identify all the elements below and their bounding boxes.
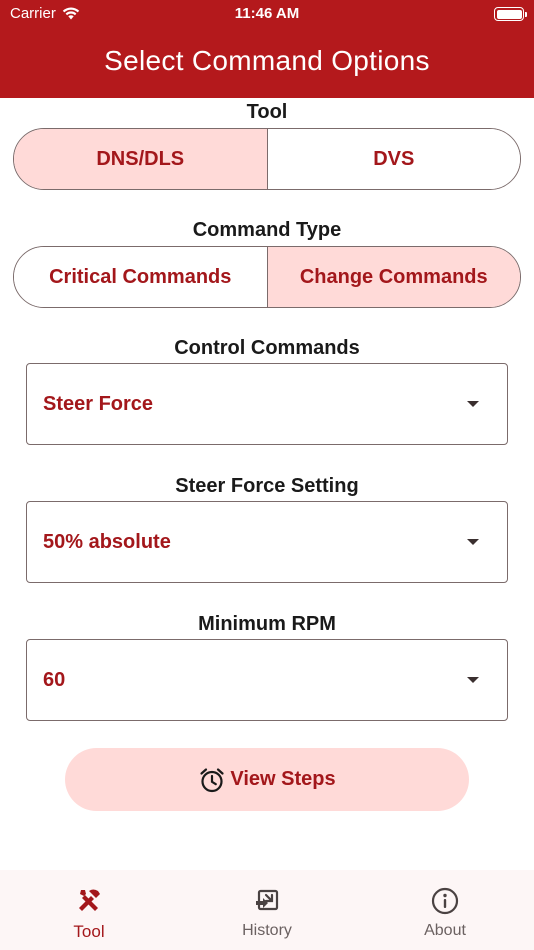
minimum-rpm-value: 60 <box>43 668 66 691</box>
command-type-segmented-control: Critical Commands Change Commands <box>13 246 521 308</box>
app-header: Carrier 11:46 AM Select Command Options <box>0 0 534 98</box>
history-icon <box>256 889 279 911</box>
command-type-option-change[interactable]: Change Commands <box>266 247 520 307</box>
battery-icon <box>494 7 527 21</box>
caret-down-icon <box>467 539 479 545</box>
tab-tool-label: Tool <box>73 922 105 941</box>
status-time: 11:46 AM <box>234 5 300 22</box>
tool-option-dns-dls[interactable]: DNS/DLS <box>14 129 267 189</box>
view-steps-label: View Steps <box>230 768 336 790</box>
page-title: Select Command Options <box>104 45 430 76</box>
control-commands-value: Steer Force <box>43 392 154 415</box>
tool-label: Tool <box>246 101 288 123</box>
control-commands-label: Control Commands <box>174 337 360 359</box>
minimum-rpm-dropdown[interactable]: 60 <box>26 639 508 721</box>
control-commands-dropdown[interactable]: Steer Force <box>26 363 508 445</box>
view-steps-button[interactable]: View Steps <box>65 748 469 811</box>
info-icon <box>431 887 459 915</box>
status-bar: Carrier 11:46 AM <box>0 0 534 28</box>
caret-down-icon <box>467 401 479 407</box>
caret-down-icon <box>467 677 479 683</box>
steer-force-setting-label: Steer Force Setting <box>175 475 359 497</box>
tab-about-label: About <box>424 922 466 939</box>
tab-history[interactable]: History <box>178 870 356 950</box>
command-type-label: Command Type <box>192 219 342 241</box>
steer-force-setting-value: 50% absolute <box>43 530 171 553</box>
tab-history-label: History <box>242 922 292 939</box>
minimum-rpm-label: Minimum RPM <box>198 613 336 635</box>
alarm-clock-icon <box>200 767 224 792</box>
tool-option-dvs[interactable]: DVS <box>266 129 520 189</box>
command-type-option-critical[interactable]: Critical Commands <box>14 247 267 307</box>
tools-icon <box>79 889 100 911</box>
tab-bar: Tool History About <box>0 870 534 950</box>
tab-about[interactable]: About <box>356 870 534 950</box>
tool-segmented-control: DNS/DLS DVS <box>13 128 521 190</box>
tab-tool[interactable]: Tool <box>0 870 178 950</box>
steer-force-setting-dropdown[interactable]: 50% absolute <box>26 501 508 583</box>
